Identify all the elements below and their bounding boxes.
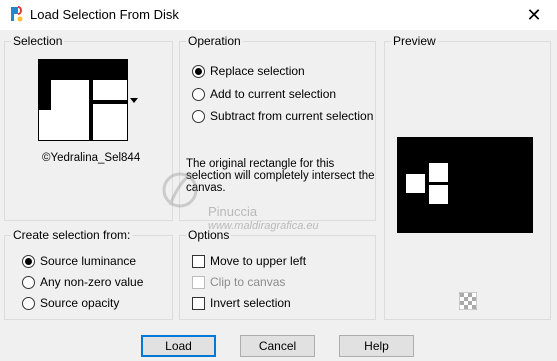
radio-button[interactable] [192,109,205,123]
selection-filename: ©Yedralina_Sel844 [42,152,141,164]
close-icon: ✕ [526,4,542,25]
load-button[interactable]: Load [141,335,216,357]
radio-label: Add to current selection [210,87,337,101]
load-button-label: Load [165,339,192,353]
operation-group-label: Operation [186,34,243,48]
help-button-label: Help [364,339,389,353]
checkerboard-icon[interactable] [459,292,477,310]
app-icon [11,6,23,22]
options-group-label: Options [186,228,232,242]
checkbox-move-upper-left[interactable]: Move to upper left [192,254,306,268]
radio-label: Any non-zero value [40,275,144,289]
cancel-button-label: Cancel [258,339,297,353]
checkbox[interactable] [192,254,205,268]
checkbox-label: Invert selection [210,296,291,310]
chevron-down-icon[interactable] [130,98,138,104]
radio-label: Subtract from current selection [210,109,374,123]
radio-button[interactable] [22,296,35,310]
checkbox-label: Move to upper left [210,254,307,268]
radio-button[interactable] [22,254,35,268]
radio-source-luminance[interactable]: Source luminance [22,254,136,268]
window-title: Load Selection From Disk [30,7,179,22]
radio-add-selection[interactable]: Add to current selection [192,87,336,101]
radio-source-opacity[interactable]: Source opacity [22,296,119,310]
checkbox [192,275,205,289]
radio-subtract-selection[interactable]: Subtract from current selection [192,109,373,123]
radio-any-nonzero[interactable]: Any non-zero value [22,275,143,289]
radio-button[interactable] [192,64,205,78]
cancel-button[interactable]: Cancel [240,335,315,357]
checkbox-invert-selection[interactable]: Invert selection [192,296,291,310]
checkbox-label: Clip to canvas [210,275,286,289]
checkbox-clip-to-canvas: Clip to canvas [192,275,285,289]
preview-canvas [397,137,533,233]
selection-thumbnail[interactable] [38,59,128,141]
radio-button[interactable] [22,275,35,289]
create-from-group-label: Create selection from: [11,228,133,242]
radio-label: Source luminance [40,254,137,268]
radio-button[interactable] [192,87,205,101]
help-button[interactable]: Help [339,335,414,357]
radio-label: Replace selection [210,64,305,78]
radio-label: Source opacity [40,296,120,310]
selection-group-label: Selection [11,34,65,48]
title-bar: Load Selection From Disk ✕ [0,0,557,30]
radio-replace-selection[interactable]: Replace selection [192,64,305,78]
checkbox[interactable] [192,296,205,310]
operation-description: The original rectangle for this selectio… [186,158,375,194]
close-button[interactable]: ✕ [511,0,557,30]
preview-group-label: Preview [391,34,438,48]
